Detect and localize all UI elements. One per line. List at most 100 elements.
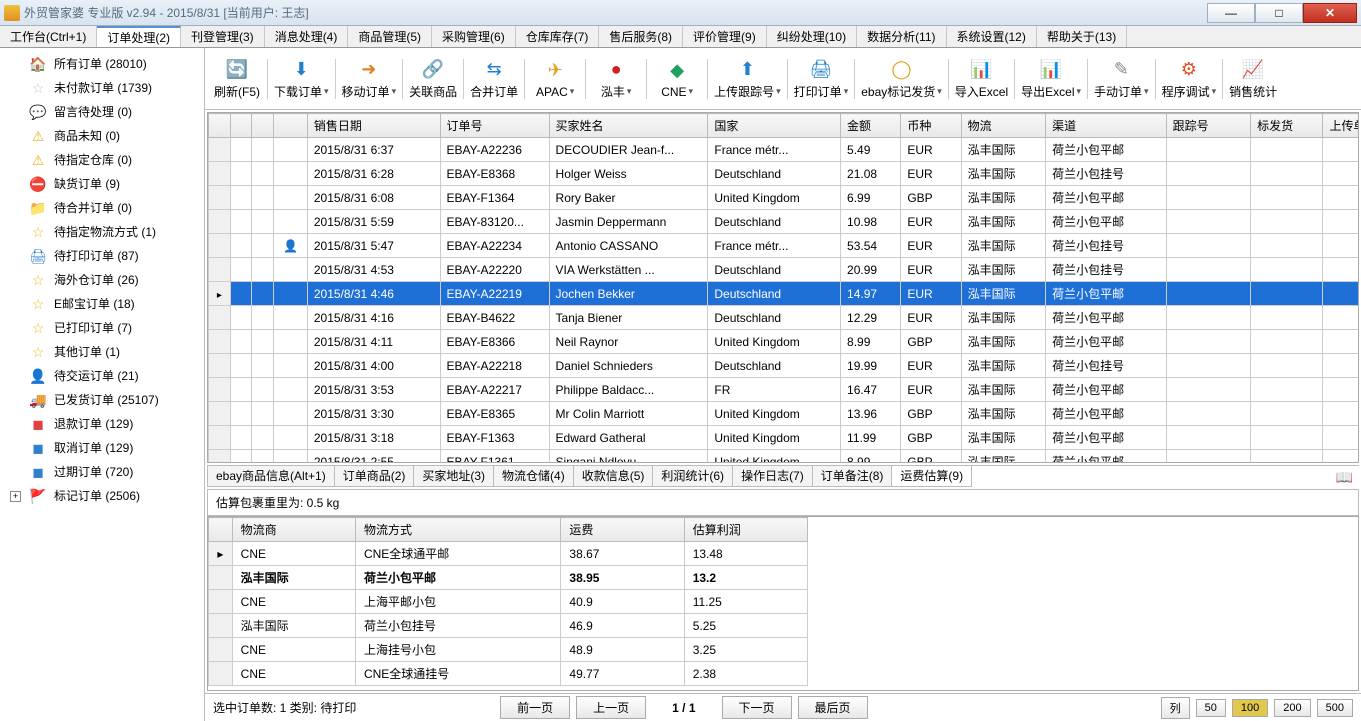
freight-row[interactable]: CNE上海平邮小包40.911.25: [209, 590, 808, 614]
main-tab[interactable]: 帮助关于(13): [1037, 26, 1127, 47]
detail-tab[interactable]: 订单备注(8): [812, 466, 893, 487]
toolbar-button[interactable]: 🖨打印订单▾: [792, 53, 851, 104]
freight-header[interactable]: 运费: [561, 518, 684, 542]
main-tab[interactable]: 纠纷处理(10): [767, 26, 857, 47]
detail-tab[interactable]: 收款信息(5): [573, 466, 654, 487]
expand-icon[interactable]: +: [10, 491, 21, 502]
freight-grid-wrap[interactable]: 物流商物流方式运费估算利润▸CNECNE全球通平邮38.6713.48泓丰国际荷…: [207, 516, 1359, 691]
minimize-button[interactable]: —: [1207, 3, 1255, 23]
sidebar-item[interactable]: 💬留言待处理 (0): [0, 100, 204, 124]
toolbar-button[interactable]: 📊导入Excel: [953, 53, 1010, 104]
table-row[interactable]: 2015/8/31 2:55EBAY-F1361Singani NdlovuUn…: [209, 450, 1360, 464]
toolbar-button[interactable]: ⇆合并订单: [468, 53, 520, 104]
grid-header[interactable]: [230, 114, 252, 138]
freight-header[interactable]: 物流方式: [355, 518, 560, 542]
table-row[interactable]: 2015/8/31 5:59EBAY-83120...Jasmin Depper…: [209, 210, 1360, 234]
table-row[interactable]: 2015/8/31 6:28EBAY-E8368Holger WeissDeut…: [209, 162, 1360, 186]
grid-header[interactable]: 订单号: [440, 114, 549, 138]
main-tab[interactable]: 消息处理(4): [265, 26, 349, 47]
toolbar-button[interactable]: ⚙程序调试▾: [1160, 53, 1219, 104]
sidebar-item[interactable]: 👤待交运订单 (21): [0, 364, 204, 388]
pagesize-200[interactable]: 200: [1274, 699, 1310, 717]
toolbar-button[interactable]: ✈APAC▾: [529, 55, 581, 103]
main-tab[interactable]: 仓库库存(7): [516, 26, 600, 47]
toolbar-button[interactable]: ◯ebay标记发货▾: [859, 53, 944, 104]
table-row[interactable]: 2015/8/31 4:46EBAY-A22219Jochen BekkerDe…: [209, 282, 1360, 306]
sidebar-item[interactable]: ☆已打印订单 (7): [0, 316, 204, 340]
detail-tab[interactable]: 运费估算(9): [891, 466, 972, 487]
main-tab[interactable]: 评价管理(9): [683, 26, 767, 47]
pagesize-50[interactable]: 50: [1196, 699, 1226, 717]
main-tab[interactable]: 工作台(Ctrl+1): [0, 26, 97, 47]
table-row[interactable]: 2015/8/31 3:18EBAY-F1363Edward GatheralU…: [209, 426, 1360, 450]
toolbar-button[interactable]: ◆CNE▾: [651, 55, 703, 103]
toolbar-button[interactable]: ➜移动订单▾: [340, 53, 399, 104]
main-tab[interactable]: 售后服务(8): [599, 26, 683, 47]
grid-header[interactable]: 金额: [841, 114, 901, 138]
book-icon[interactable]: 📖: [1336, 469, 1353, 486]
sidebar-item[interactable]: 🚚已发货订单 (25107): [0, 388, 204, 412]
table-row[interactable]: 2015/8/31 3:30EBAY-E8365Mr Colin Marriot…: [209, 402, 1360, 426]
sidebar-item[interactable]: ⚠待指定仓库 (0): [0, 148, 204, 172]
grid-header[interactable]: 买家姓名: [549, 114, 708, 138]
toolbar-button[interactable]: ⬆上传跟踪号▾: [712, 53, 783, 104]
grid-header[interactable]: [252, 114, 274, 138]
sidebar-item[interactable]: ☆海外仓订单 (26): [0, 268, 204, 292]
list-button[interactable]: 列: [1161, 697, 1190, 719]
freight-header[interactable]: 物流商: [232, 518, 355, 542]
sidebar-item[interactable]: ☆E邮宝订单 (18): [0, 292, 204, 316]
order-grid[interactable]: 销售日期订单号买家姓名国家金额币种物流渠道跟踪号标发货上传单号2015/8/31…: [208, 113, 1359, 463]
sidebar-item[interactable]: ☆其他订单 (1): [0, 340, 204, 364]
pagesize-100[interactable]: 100: [1232, 699, 1268, 717]
main-tab[interactable]: 采购管理(6): [432, 26, 516, 47]
freight-row[interactable]: 泓丰国际荷兰小包平邮38.9513.2: [209, 566, 808, 590]
freight-row[interactable]: 泓丰国际荷兰小包挂号46.95.25: [209, 614, 808, 638]
main-tab[interactable]: 订单处理(2): [97, 26, 181, 47]
toolbar-button[interactable]: ⬇下载订单▾: [272, 53, 331, 104]
main-tab[interactable]: 系统设置(12): [947, 26, 1037, 47]
toolbar-button[interactable]: 📈销售统计: [1227, 53, 1279, 104]
grid-header[interactable]: 国家: [708, 114, 841, 138]
grid-header[interactable]: 标发货: [1251, 114, 1323, 138]
first-page-button[interactable]: 前一页: [500, 696, 570, 719]
toolbar-button[interactable]: 🔗关联商品: [407, 53, 459, 104]
sidebar-item[interactable]: ◼取消订单 (129): [0, 436, 204, 460]
sidebar-item[interactable]: ◼退款订单 (129): [0, 412, 204, 436]
grid-header[interactable]: 物流: [961, 114, 1045, 138]
sidebar-item[interactable]: ⚠商品未知 (0): [0, 124, 204, 148]
maximize-button[interactable]: □: [1255, 3, 1303, 23]
grid-header[interactable]: 上传单号: [1323, 114, 1359, 138]
order-grid-wrap[interactable]: 销售日期订单号买家姓名国家金额币种物流渠道跟踪号标发货上传单号2015/8/31…: [207, 112, 1359, 463]
grid-header[interactable]: 销售日期: [307, 114, 440, 138]
toolbar-button[interactable]: 📊导出Excel▾: [1019, 53, 1083, 104]
detail-tab[interactable]: ebay商品信息(Alt+1): [207, 466, 335, 487]
toolbar-button[interactable]: 🔄刷新(F5): [211, 53, 263, 104]
detail-tab[interactable]: 操作日志(7): [732, 466, 813, 487]
table-row[interactable]: 2015/8/31 3:53EBAY-A22217Philippe Baldac…: [209, 378, 1360, 402]
table-row[interactable]: 2015/8/31 4:53EBAY-A22220VIA Werkstätten…: [209, 258, 1360, 282]
main-tab[interactable]: 刊登管理(3): [181, 26, 265, 47]
sidebar-item[interactable]: ◼过期订单 (720): [0, 460, 204, 484]
detail-tab[interactable]: 物流仓储(4): [493, 466, 574, 487]
freight-grid[interactable]: 物流商物流方式运费估算利润▸CNECNE全球通平邮38.6713.48泓丰国际荷…: [208, 517, 808, 686]
pagesize-500[interactable]: 500: [1317, 699, 1353, 717]
grid-header[interactable]: 跟踪号: [1166, 114, 1250, 138]
freight-row[interactable]: CNE上海挂号小包48.93.25: [209, 638, 808, 662]
table-row[interactable]: 👤2015/8/31 5:47EBAY-A22234Antonio CASSAN…: [209, 234, 1360, 258]
last-page-button[interactable]: 最后页: [798, 696, 868, 719]
grid-header[interactable]: [209, 114, 231, 138]
sidebar-item[interactable]: +🚩标记订单 (2506): [0, 484, 204, 508]
sidebar-item[interactable]: ⛔缺货订单 (9): [0, 172, 204, 196]
main-tab[interactable]: 数据分析(11): [857, 26, 946, 47]
table-row[interactable]: 2015/8/31 4:11EBAY-E8366Neil RaynorUnite…: [209, 330, 1360, 354]
detail-tab[interactable]: 订单商品(2): [334, 466, 415, 487]
sidebar-item[interactable]: ☆待指定物流方式 (1): [0, 220, 204, 244]
sidebar-item[interactable]: 🖨待打印订单 (87): [0, 244, 204, 268]
sidebar-item[interactable]: 🏠所有订单 (28010): [0, 52, 204, 76]
prev-page-button[interactable]: 上一页: [576, 696, 646, 719]
next-page-button[interactable]: 下一页: [722, 696, 792, 719]
main-tab[interactable]: 商品管理(5): [348, 26, 432, 47]
detail-tab[interactable]: 买家地址(3): [413, 466, 494, 487]
freight-row[interactable]: ▸CNECNE全球通平邮38.6713.48: [209, 542, 808, 566]
grid-header[interactable]: 渠道: [1046, 114, 1167, 138]
